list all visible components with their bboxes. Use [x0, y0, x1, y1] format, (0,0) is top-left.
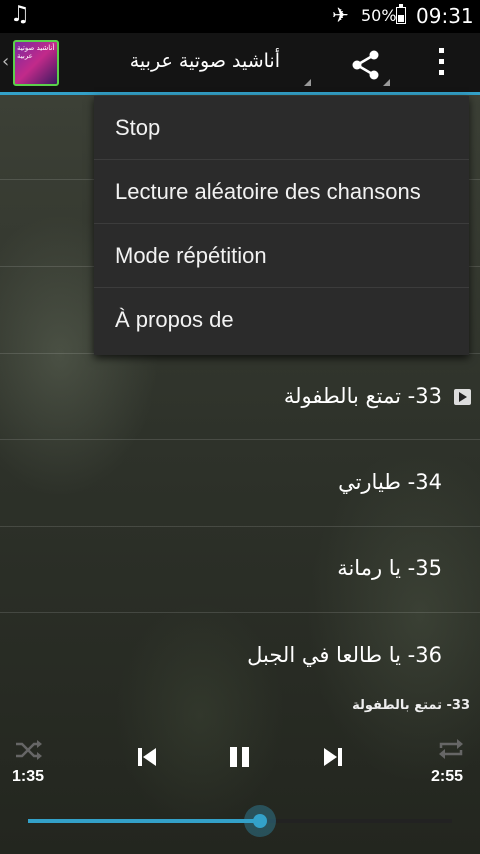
share-dropdown-indicator-icon	[383, 79, 390, 86]
status-bar: ♫ ✈ 50% 09:31	[0, 0, 480, 33]
share-icon[interactable]	[349, 48, 383, 82]
previous-track-icon[interactable]	[135, 745, 159, 769]
track-item-36[interactable]: 36- يا طالعا في الجبل	[0, 613, 480, 691]
seek-bar[interactable]	[28, 805, 452, 837]
track-title: 33- تمتع بالطفولة	[283, 384, 442, 408]
menu-item-stop[interactable]: Stop	[94, 96, 469, 160]
battery-icon	[396, 4, 406, 24]
airplane-mode-icon: ✈	[332, 3, 349, 27]
app-title[interactable]: أناشيد صوتية عربية	[80, 50, 280, 72]
menu-item-about[interactable]: À propos de	[94, 288, 469, 352]
track-item-33[interactable]: 33- تمتع بالطفولة	[0, 354, 480, 440]
shuffle-icon[interactable]	[14, 738, 44, 762]
music-note-icon: ♫	[10, 2, 30, 27]
track-title: 35- يا رمانة	[337, 556, 442, 580]
app-icon-text: أناشيد صوتية عربية	[17, 44, 55, 60]
seek-bar-progress	[28, 819, 260, 823]
total-duration: 2:55	[431, 768, 464, 785]
seek-bar-thumb[interactable]	[244, 805, 276, 837]
elapsed-time: 1:35	[12, 768, 45, 785]
title-spinner-indicator-icon	[304, 79, 311, 86]
overflow-menu-icon[interactable]	[436, 48, 446, 78]
app-icon[interactable]: أناشيد صوتية عربية	[13, 40, 59, 86]
now-playing-icon	[454, 389, 471, 405]
track-item-34[interactable]: 34- طيارتي	[0, 440, 480, 527]
pause-icon[interactable]	[227, 745, 253, 769]
overflow-menu: Stop Lecture aléatoire des chansons Mode…	[94, 96, 469, 355]
now-playing-title: 33- تمتع بالطفولة	[352, 698, 470, 713]
track-title: 36- يا طالعا في الجبل	[247, 643, 442, 667]
battery-percent: 50%	[361, 6, 397, 25]
status-time: 09:31	[416, 4, 474, 28]
next-track-icon[interactable]	[321, 745, 345, 769]
menu-item-repeat[interactable]: Mode répétition	[94, 224, 469, 288]
action-bar: ‹ أناشيد صوتية عربية أناشيد صوتية عربية	[0, 33, 480, 95]
back-chevron-icon[interactable]: ‹	[2, 51, 9, 72]
track-title: 34- طيارتي	[338, 470, 442, 494]
menu-item-shuffle[interactable]: Lecture aléatoire des chansons	[94, 160, 469, 224]
repeat-icon[interactable]	[436, 736, 466, 762]
track-item-35[interactable]: 35- يا رمانة	[0, 527, 480, 613]
